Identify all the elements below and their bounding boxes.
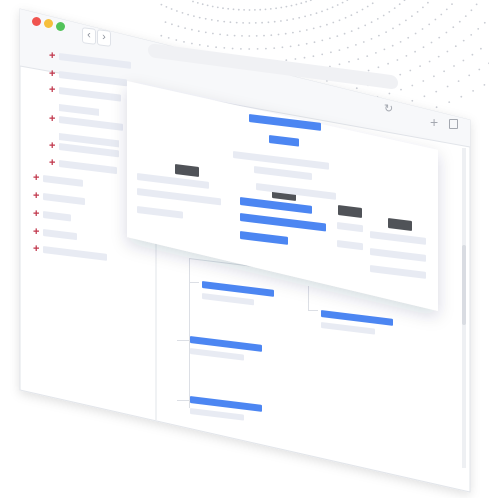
new-tab-icon[interactable]: + <box>430 114 438 130</box>
plus-icon[interactable]: + <box>33 208 39 220</box>
browser-window: ‹ › ↻ + + + + + + + + + + + + <box>0 0 489 498</box>
plus-icon[interactable]: + <box>49 113 55 125</box>
plus-icon[interactable]: + <box>33 172 39 184</box>
plus-icon[interactable]: + <box>33 226 39 238</box>
forward-button[interactable]: › <box>97 29 111 47</box>
close-window-dot[interactable] <box>32 17 41 26</box>
plus-icon[interactable]: + <box>49 140 55 152</box>
tree-connector <box>177 400 189 401</box>
tree-connector <box>308 310 318 311</box>
tree-connector <box>177 340 189 341</box>
plus-icon[interactable]: + <box>33 243 39 255</box>
tabs-overview-icon[interactable] <box>449 119 458 129</box>
back-button[interactable]: ‹ <box>82 27 96 45</box>
reload-icon[interactable]: ↻ <box>384 102 393 115</box>
plus-icon[interactable]: + <box>49 157 55 169</box>
zoom-window-dot[interactable] <box>56 22 65 31</box>
plus-icon[interactable]: + <box>33 190 39 202</box>
plus-icon[interactable]: + <box>49 50 55 62</box>
tree-connector <box>189 258 190 408</box>
tree-connector <box>189 282 199 283</box>
minimize-window-dot[interactable] <box>44 19 53 28</box>
tree-connector <box>308 286 309 310</box>
plus-icon[interactable]: + <box>49 84 55 96</box>
plus-icon[interactable]: + <box>49 68 55 80</box>
scrollbar-thumb[interactable] <box>462 245 466 325</box>
